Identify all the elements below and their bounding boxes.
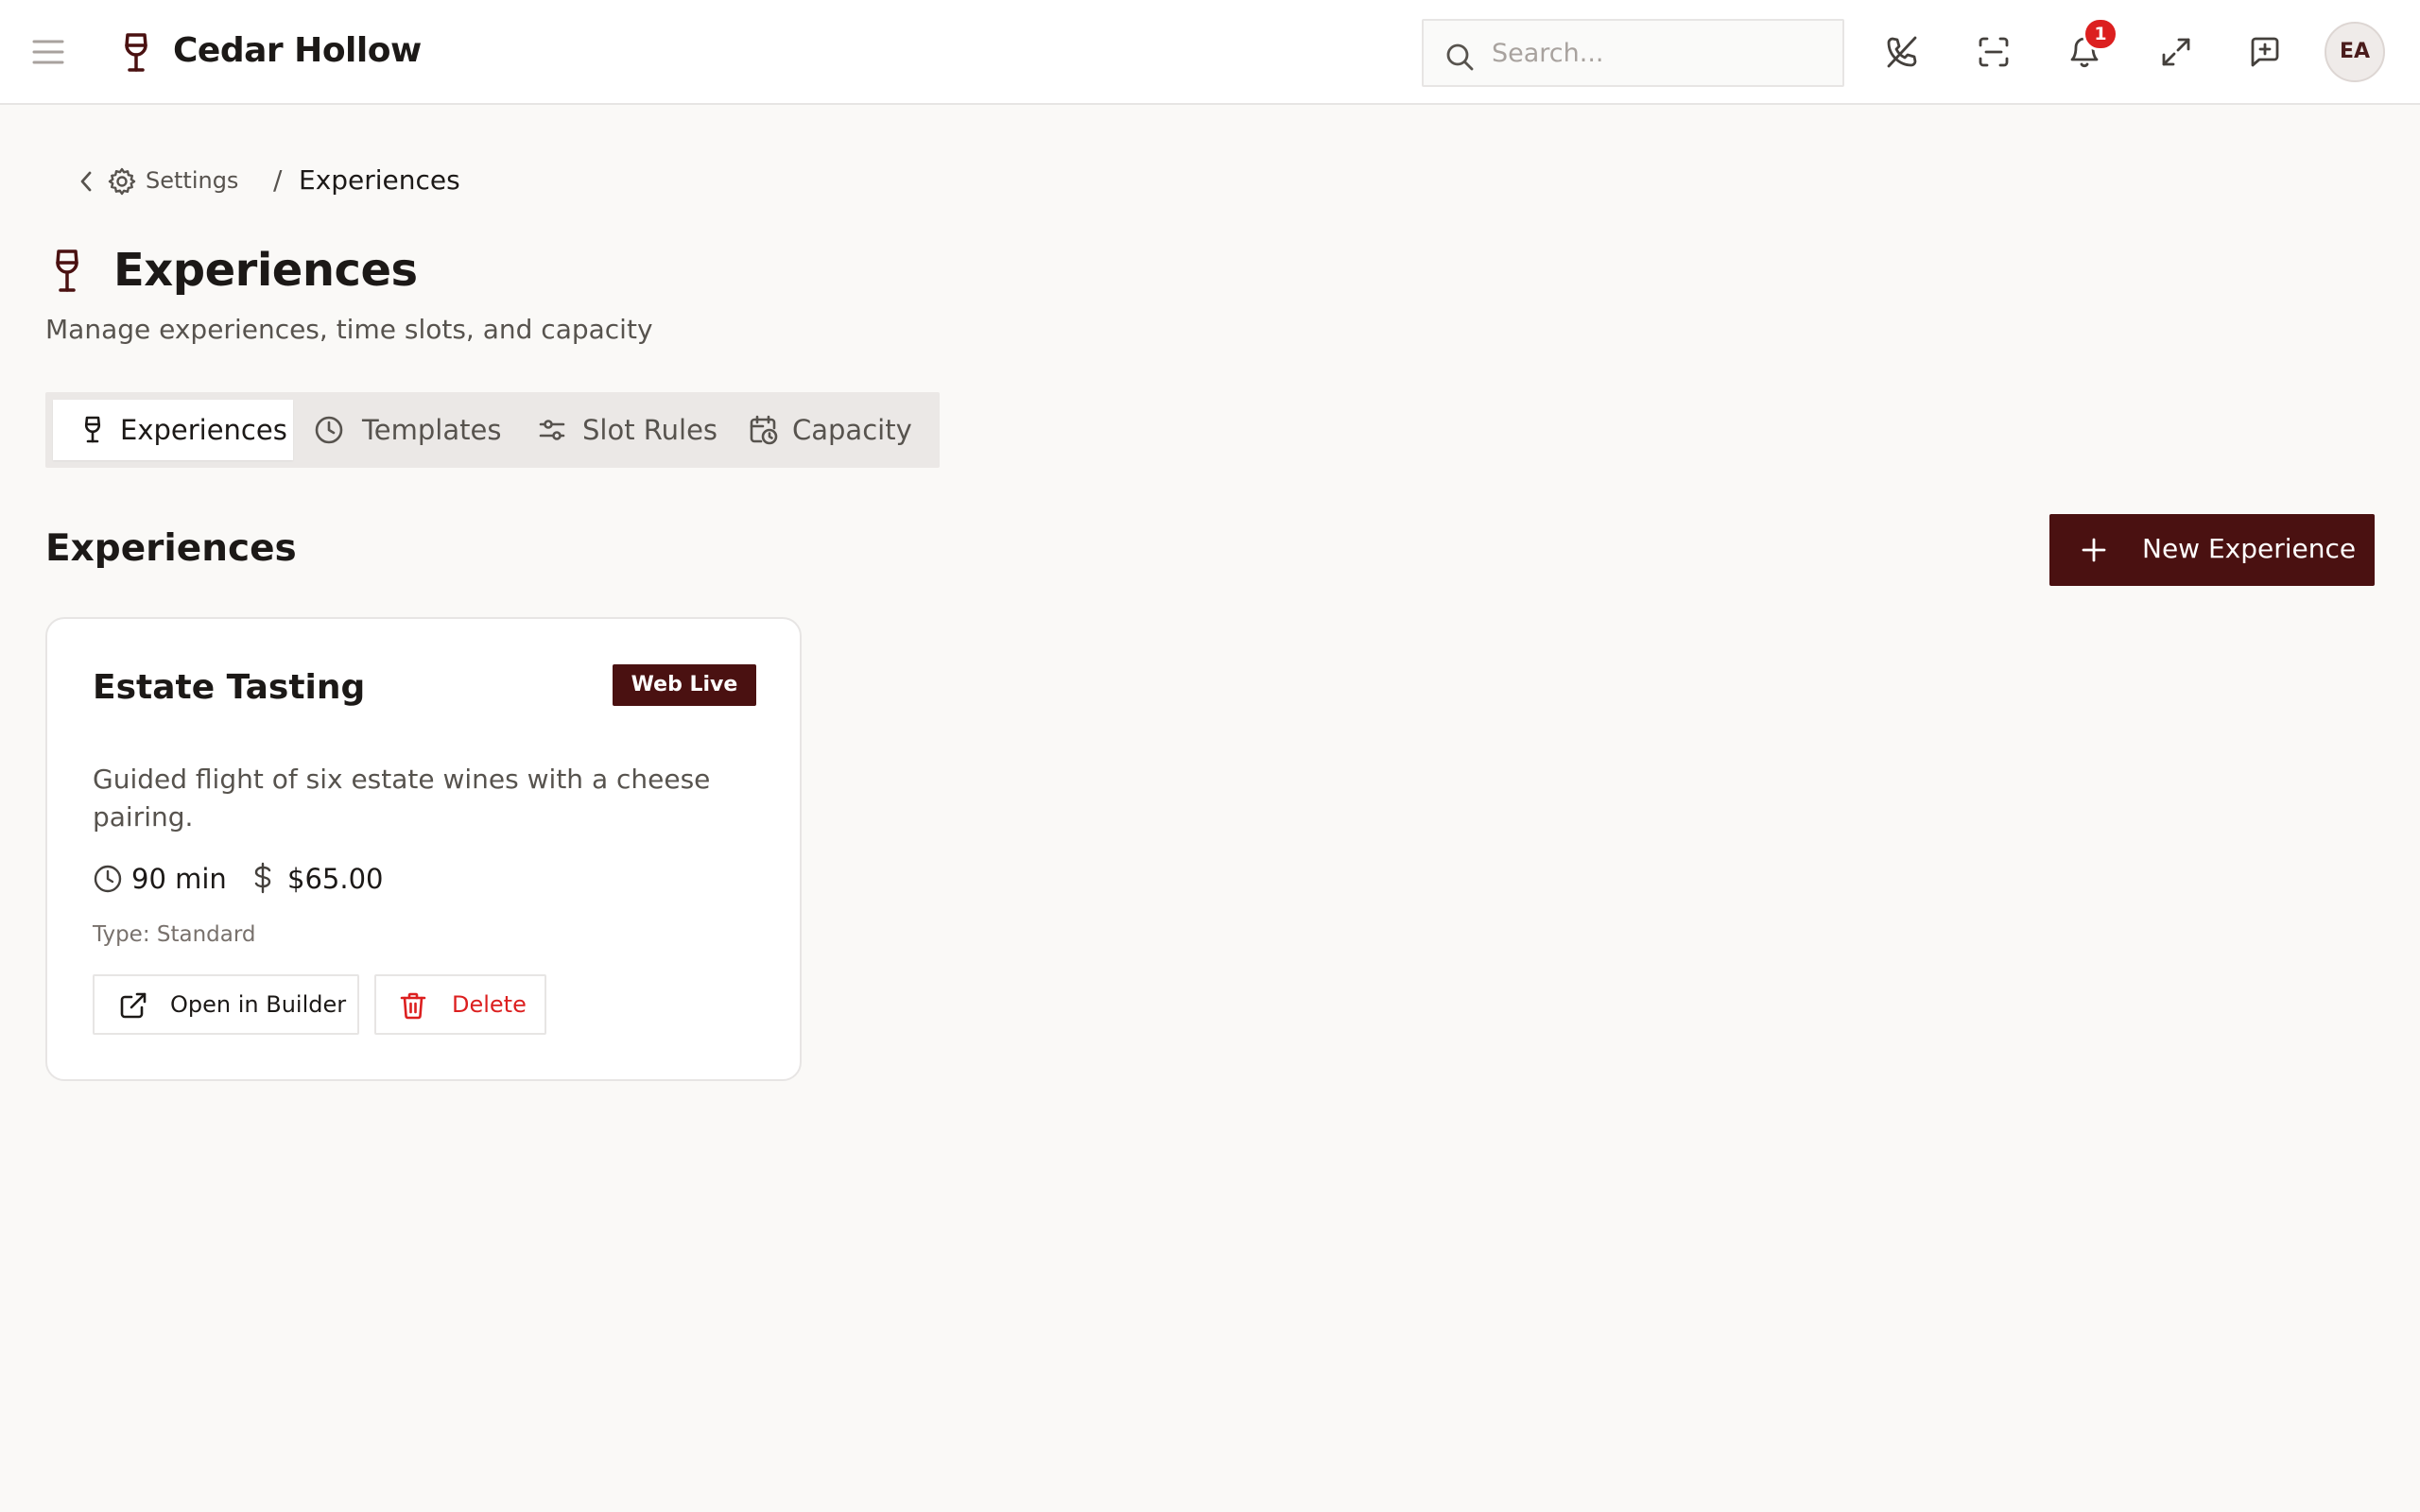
dollar-icon (251, 862, 274, 894)
chevron-left-icon[interactable] (76, 169, 96, 194)
experience-title: Estate Tasting (93, 668, 366, 707)
expand-icon[interactable] (2158, 34, 2194, 70)
experience-card: Estate Tasting Web Live Guided flight of… (45, 617, 802, 1081)
tab-bar: Experiences Templates Slot Rules Capacit… (45, 392, 940, 468)
avatar[interactable]: EA (2325, 22, 2385, 82)
message-plus-icon[interactable] (2247, 34, 2283, 70)
sliders-icon (537, 415, 567, 445)
new-experience-label: New Experience (2142, 533, 2357, 564)
tab-label: Experiences (120, 414, 287, 446)
clock-icon (93, 864, 123, 894)
experience-description: Guided flight of six estate wines with a… (93, 764, 711, 833)
search-icon (1444, 42, 1475, 72)
new-experience-button[interactable]: New Experience (2049, 514, 2375, 586)
breadcrumb-settings-link[interactable]: Settings (146, 167, 238, 194)
delete-label: Delete (452, 991, 527, 1018)
tab-experiences[interactable]: Experiences (53, 400, 293, 460)
tab-label: Slot Rules (582, 414, 718, 446)
breadcrumb-current: Experiences (299, 164, 460, 196)
page-subtitle: Manage experiences, time slots, and capa… (45, 314, 653, 345)
tab-capacity[interactable]: Capacity (745, 400, 932, 460)
gear-icon (107, 166, 137, 197)
menu-icon[interactable] (30, 36, 66, 68)
app-name[interactable]: Cedar Hollow (173, 31, 422, 70)
clock-icon (314, 415, 344, 445)
tab-label: Capacity (792, 414, 912, 446)
experience-price: $65.00 (287, 863, 384, 895)
section-title: Experiences (45, 527, 297, 570)
plus-icon (2081, 537, 2107, 563)
wine-glass-icon (119, 32, 153, 74)
notification-count-badge: 1 (2083, 17, 2118, 51)
wine-glass-icon (78, 415, 108, 445)
tab-slot-rules[interactable]: Slot Rules (518, 400, 737, 460)
tab-templates[interactable]: Templates (301, 400, 510, 460)
open-in-builder-button[interactable]: Open in Builder (93, 974, 359, 1035)
experience-duration: 90 min (131, 863, 227, 895)
trash-icon (399, 991, 427, 1020)
top-header: Cedar Hollow 1 EA (0, 0, 2420, 105)
phone-off-icon[interactable] (1884, 34, 1920, 70)
scan-icon[interactable] (1976, 34, 2012, 70)
search-box[interactable] (1422, 19, 1844, 87)
experience-type: Type: Standard (93, 922, 256, 947)
calendar-clock-icon (748, 415, 778, 445)
breadcrumb-separator: / (273, 164, 283, 196)
delete-button[interactable]: Delete (374, 974, 546, 1035)
page-title: Experiences (113, 244, 418, 297)
tab-label: Templates (362, 414, 502, 446)
search-input[interactable] (1492, 34, 1832, 72)
open-in-builder-label: Open in Builder (170, 991, 347, 1018)
status-badge: Web Live (613, 664, 756, 706)
external-link-icon (119, 991, 147, 1020)
wine-glass-icon (51, 249, 83, 294)
